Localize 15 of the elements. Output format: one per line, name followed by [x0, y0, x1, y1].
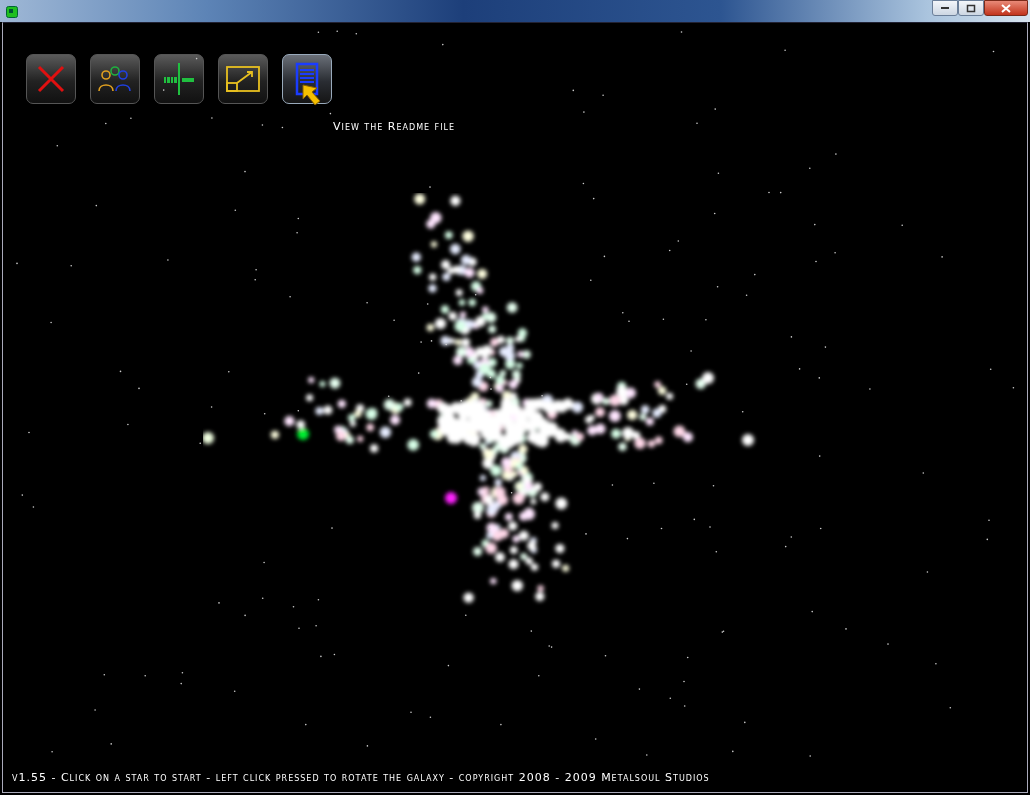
toolbar-button[interactable]: [218, 54, 268, 104]
maximize-button[interactable]: [958, 0, 984, 16]
toolbar-button[interactable]: [154, 54, 204, 104]
close-button[interactable]: [984, 0, 1028, 16]
status-text: v1.55 - Click on a star to start - left click pressed to rotate the galaxy - copyright 2008 - 2009 Metalsoul Studios: [12, 771, 710, 784]
minimize-button[interactable]: [932, 0, 958, 16]
tooltip-text: View the Readme file: [333, 120, 456, 133]
close-icon: [1001, 3, 1011, 13]
toolbar-button[interactable]: [282, 54, 332, 104]
maximize-icon: [966, 3, 976, 13]
space-view[interactable]: View the Readme file v1.55 - Click on a star to start - left click pressed to rotate the galaxy - copyright 2008 - 2009 Metalsoul Studios: [2, 22, 1028, 793]
minimize-icon: [940, 6, 950, 10]
toolbar-button[interactable]: [90, 54, 140, 104]
app-icon: [6, 6, 18, 18]
binary-text-icon: [161, 61, 197, 97]
